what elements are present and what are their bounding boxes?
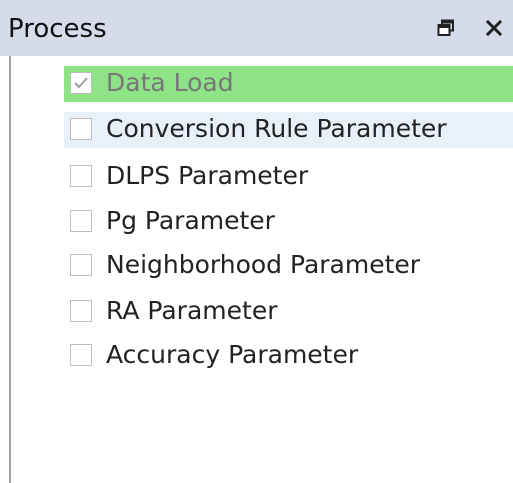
float-window-icon[interactable] — [432, 14, 460, 42]
tree-item-pg-parameter[interactable]: Pg Parameter — [64, 204, 513, 240]
check-icon — [74, 77, 88, 89]
checkbox[interactable] — [70, 118, 92, 140]
process-panel: Process Data Load Conversion Rule Parame… — [0, 0, 513, 483]
tree-item-label: Conversion Rule Parameter — [106, 114, 447, 143]
close-icon[interactable] — [480, 14, 508, 42]
tree-item-label: Neighborhood Parameter — [106, 250, 421, 279]
tree-item-label: Data Load — [106, 68, 234, 97]
tree-item-neighborhood-parameter[interactable]: Neighborhood Parameter — [64, 248, 513, 284]
checkbox[interactable] — [70, 254, 92, 276]
tree-item-label: Accuracy Parameter — [106, 340, 359, 369]
tree-item-dlps-parameter[interactable]: DLPS Parameter — [64, 159, 513, 195]
panel-titlebar[interactable]: Process — [0, 0, 513, 56]
tree-item-label: DLPS Parameter — [106, 161, 309, 190]
tree-item-ra-parameter[interactable]: RA Parameter — [64, 294, 513, 330]
tree-item-conversion-rule-parameter[interactable]: Conversion Rule Parameter — [64, 112, 513, 148]
process-tree: Data Load Conversion Rule Parameter DLPS… — [11, 56, 513, 483]
checkbox[interactable] — [70, 300, 92, 322]
tree-item-data-load[interactable]: Data Load — [64, 66, 513, 102]
checkbox[interactable] — [70, 165, 92, 187]
checkbox[interactable] — [70, 344, 92, 366]
tree-item-label: RA Parameter — [106, 296, 278, 325]
tree-item-label: Pg Parameter — [106, 206, 275, 235]
tree-item-accuracy-parameter[interactable]: Accuracy Parameter — [64, 338, 513, 374]
panel-title: Process — [8, 14, 107, 44]
checkbox[interactable] — [70, 72, 92, 94]
checkbox[interactable] — [70, 210, 92, 232]
